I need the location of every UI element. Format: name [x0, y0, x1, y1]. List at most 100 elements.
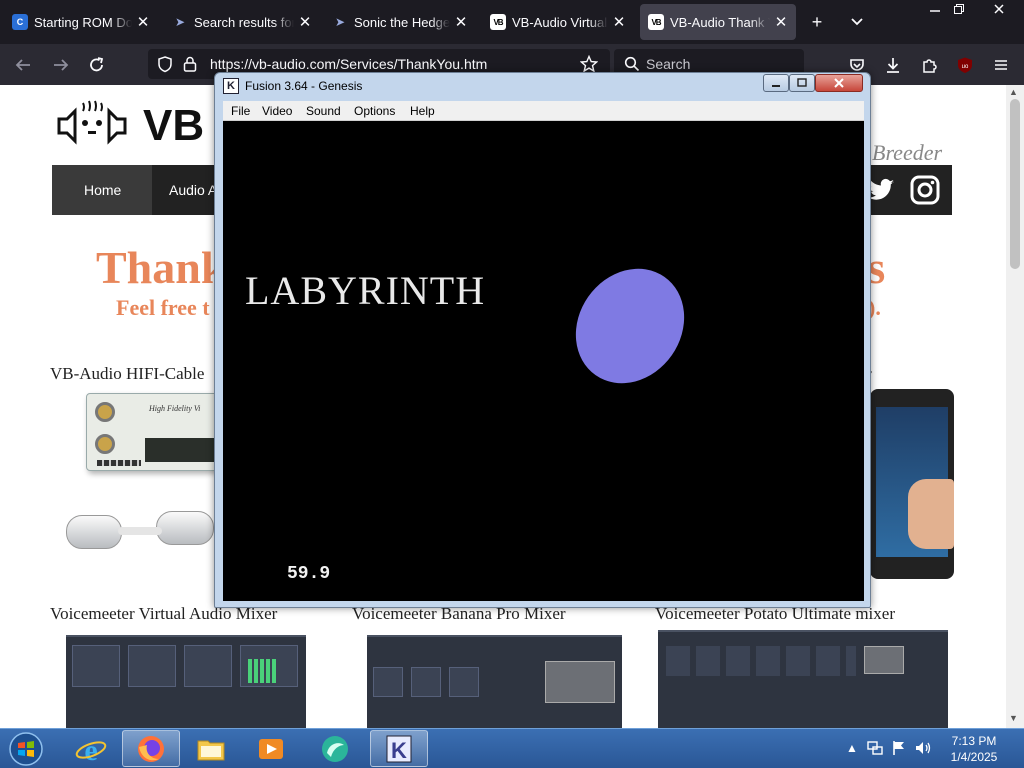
product-title-hifi-cable[interactable]: VB-Audio HIFI-Cable [50, 364, 204, 384]
game-screen[interactable]: LABYRINTH 59.9 [223, 121, 864, 601]
internet-explorer-icon: e [75, 734, 107, 765]
voicemeeter-screenshot[interactable] [66, 635, 306, 728]
cassette-panel [545, 661, 615, 703]
media-player-icon [259, 738, 283, 759]
taskbar-media-player[interactable] [242, 730, 300, 767]
taskbar-globe-app[interactable] [306, 730, 364, 767]
tab-list-button[interactable] [844, 8, 870, 36]
mixer-strips [666, 646, 856, 676]
extensions-button[interactable] [916, 52, 942, 78]
globe-app-icon [322, 735, 348, 762]
close-window-button[interactable] [984, 0, 1014, 18]
folder-icon [197, 740, 225, 760]
menu-help[interactable]: Help [410, 104, 435, 118]
fusion-minimize-button[interactable] [763, 74, 789, 92]
tab-vb-audio-virtual-apps[interactable]: VB VB-Audio Virtual Apps ✕ [482, 4, 634, 40]
start-button[interactable] [6, 731, 46, 767]
tablet-image[interactable] [868, 387, 954, 583]
menu-video[interactable]: Video [262, 104, 292, 118]
mixer-strip [128, 645, 176, 687]
url-text[interactable]: https://vb-audio.com/Services/ThankYou.h… [210, 56, 487, 72]
hifi-display [145, 438, 217, 462]
restore-icon [954, 4, 964, 14]
close-icon[interactable]: ✕ [298, 13, 312, 31]
close-icon[interactable]: ✕ [612, 13, 626, 31]
back-button[interactable] [10, 52, 36, 78]
firefox-icon [138, 735, 164, 762]
fps-counter: 59.9 [287, 564, 331, 584]
thank-you-heading: Thank [96, 242, 227, 293]
tab-title: VB-Audio Virtual Apps [512, 14, 608, 30]
scroll-down-icon[interactable]: ▼ [1009, 713, 1018, 723]
fusion-window[interactable]: K Fusion 3.64 - Genesis File Video Sound… [214, 72, 871, 608]
taskbar-firefox[interactable] [122, 730, 180, 767]
vb-audio-logo[interactable]: VB [55, 99, 225, 151]
forward-button[interactable] [48, 52, 74, 78]
nav-item-home[interactable]: Home [84, 182, 121, 198]
ublock-button[interactable]: uo [952, 52, 978, 78]
vb-logo-icon: VB [490, 14, 506, 30]
reload-button[interactable] [84, 52, 110, 78]
new-tab-button[interactable]: + [804, 8, 830, 36]
level-meter [248, 659, 278, 683]
fusion-k-icon: K [223, 78, 239, 94]
fusion-maximize-button[interactable] [789, 74, 815, 92]
game-title-text: LABYRINTH [245, 268, 486, 313]
downloads-button[interactable] [880, 52, 906, 78]
maximize-icon [797, 78, 807, 87]
tab-vb-audio-thank-you[interactable]: VB VB-Audio Thank You ✕ [640, 4, 796, 40]
tab-search-results[interactable]: ➤ Search results for 'Sonic' ✕ [164, 4, 320, 40]
system-clock[interactable]: 7:13 PM 1/4/2025 [940, 733, 1008, 765]
fusion-close-button[interactable] [815, 74, 863, 92]
search-placeholder: Search [646, 56, 691, 72]
arrow-left-icon [15, 59, 30, 71]
close-icon[interactable]: ✕ [136, 13, 150, 31]
bookmark-star-icon[interactable] [580, 55, 598, 73]
usb-cables-image [62, 505, 218, 565]
usb-plug [156, 511, 214, 545]
ublock-origin-icon: uo [958, 57, 972, 73]
tab-sonic-the-hedgehog[interactable]: ➤ Sonic the Hedgehog ✕ [324, 4, 476, 40]
menu-sound[interactable]: Sound [306, 104, 341, 118]
taskbar-fusion[interactable]: K [370, 730, 428, 767]
close-icon [994, 4, 1004, 14]
ellipse-shape [575, 268, 685, 384]
action-center-flag-icon[interactable] [890, 739, 908, 757]
close-icon[interactable]: ✕ [774, 13, 788, 31]
taskbar-file-explorer[interactable] [182, 730, 240, 767]
logo-text: VB [143, 101, 205, 150]
network-icon[interactable] [866, 739, 884, 757]
shield-icon[interactable] [156, 55, 174, 73]
close-icon[interactable]: ✕ [454, 13, 468, 31]
lock-icon[interactable] [182, 55, 198, 73]
show-hidden-icons-button[interactable]: ▲ [846, 741, 858, 755]
mixer-strip [411, 667, 441, 697]
restore-window-button[interactable] [944, 0, 974, 18]
hamburger-menu-icon [995, 60, 1007, 70]
taskbar-internet-explorer[interactable]: e [62, 730, 120, 767]
tab-starting-rom-download[interactable]: C Starting ROM Download ✕ [4, 4, 158, 40]
hifi-cable-image[interactable]: High Fidelity Vi [62, 387, 218, 577]
sonic-icon: ➤ [174, 15, 186, 29]
voicemeeter-banana-screenshot[interactable] [367, 635, 622, 728]
blue-ellipse-sprite [575, 268, 685, 384]
instagram-icon[interactable] [908, 173, 942, 207]
hifi-label: High Fidelity Vi [149, 404, 201, 413]
fusion-k-icon: K [386, 735, 412, 763]
cassette-panel [864, 646, 904, 674]
close-icon [834, 78, 844, 88]
app-menu-button[interactable] [988, 52, 1014, 78]
search-icon [624, 56, 640, 72]
download-icon [887, 58, 899, 73]
mixer-strip [184, 645, 232, 687]
scroll-up-icon[interactable]: ▲ [1009, 87, 1018, 97]
menu-file[interactable]: File [231, 104, 250, 118]
voicemeeter-potato-screenshot[interactable] [658, 630, 948, 728]
nav-item-audio-apps[interactable]: Audio A [169, 182, 217, 198]
volume-icon[interactable] [914, 739, 932, 757]
scrollbar-thumb[interactable] [1010, 99, 1020, 269]
reload-icon [90, 57, 104, 72]
page-scrollbar[interactable]: ▲ ▼ [1006, 85, 1024, 728]
menu-options[interactable]: Options [354, 104, 395, 118]
fusion-menu-bar: File Video Sound Options Help [223, 101, 864, 121]
